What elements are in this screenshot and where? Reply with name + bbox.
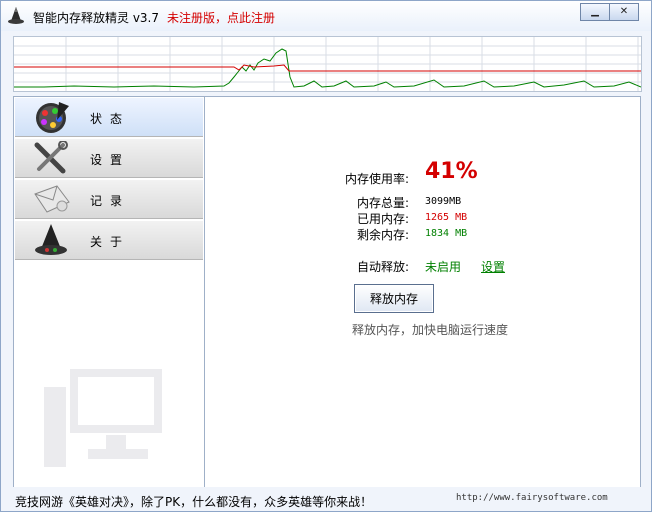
sidebar-item-label: 关于 <box>90 235 131 249</box>
used-memory-label: 已用内存: <box>357 212 410 226</box>
website-link[interactable]: http://www.fairysoftware.com <box>456 493 608 503</box>
release-memory-button[interactable]: 释放内存 <box>354 284 434 313</box>
tools-icon <box>34 141 68 174</box>
sidebar-item-about[interactable]: 关于 <box>15 221 203 260</box>
memory-usage-label: 内存使用率: <box>345 172 410 186</box>
free-memory-label: 剩余内存: <box>357 228 410 242</box>
envelope-icon <box>34 185 70 213</box>
wizard-hat-icon <box>35 224 67 255</box>
sidebar-item-settings[interactable]: 设置 <box>15 139 203 178</box>
main-window: 智能内存释放精灵 v3.7 未注册版，点此注册 ▁ ✕ 状态 设置 记录 关于 … <box>0 0 652 512</box>
free-memory-value: 1834 MB <box>425 228 468 239</box>
promo-text[interactable]: 竞技网游《英雄对决》，除了PK，什么都没有，众多英雄等你来战！ <box>15 493 372 510</box>
total-memory-label: 内存总量: <box>357 196 410 210</box>
auto-release-label: 自动释放: <box>357 260 410 274</box>
auto-release-settings-link[interactable]: 设置 <box>481 258 505 275</box>
sidebar-item-label: 状态 <box>90 112 131 126</box>
sidebar-item-label: 记录 <box>90 194 131 208</box>
window-title: 智能内存释放精灵 v3.7 <box>33 11 160 25</box>
sidebar-item-label: 设置 <box>90 153 131 167</box>
palette-icon <box>36 102 69 133</box>
sidebar-item-status[interactable]: 状态 <box>15 98 203 137</box>
total-memory-value: 3099MB <box>425 196 462 207</box>
memory-usage-value: 41% <box>425 159 478 184</box>
status-panel: 内存使用率: 41% 内存总量: 3099MB 已用内存: 1265 MB 剩余… <box>204 96 641 489</box>
app-wizard-icon <box>8 7 24 24</box>
auto-release-status: 未启用 <box>425 260 462 274</box>
title-bar[interactable]: 智能内存释放精灵 v3.7 未注册版，点此注册 ▁ ✕ <box>1 1 651 31</box>
sidebar: 状态 设置 记录 关于 <box>13 96 205 489</box>
status-bar: 竞技网游《英雄对决》，除了PK，什么都没有，众多英雄等你来战！ http://w… <box>1 487 651 511</box>
graph-grid <box>14 37 641 91</box>
used-memory-value: 1265 MB <box>425 212 468 223</box>
release-hint: 释放内存，加快电脑运行速度 <box>352 323 509 337</box>
register-link[interactable]: 未注册版，点此注册 <box>167 9 275 26</box>
close-button[interactable]: ✕ <box>610 3 639 21</box>
sidebar-item-records[interactable]: 记录 <box>15 180 203 219</box>
computer-watermark-icon <box>44 369 162 467</box>
memory-usage-line <box>14 64 641 72</box>
memory-usage-graph <box>13 36 642 92</box>
graph-canvas <box>14 37 642 91</box>
minimize-button[interactable]: ▁ <box>580 3 610 21</box>
